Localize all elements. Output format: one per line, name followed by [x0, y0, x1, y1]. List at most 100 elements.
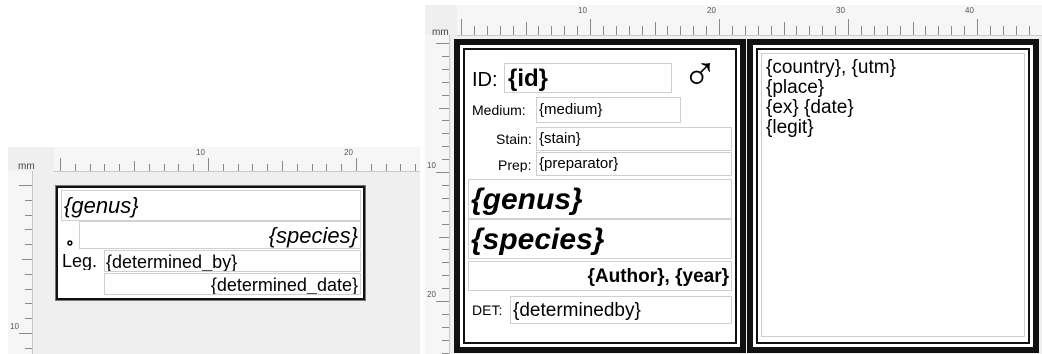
ruler-tick	[438, 236, 449, 238]
ruler-tick	[809, 26, 811, 35]
ruler-tick	[237, 163, 239, 171]
ruler-tick	[89, 163, 91, 171]
ruler-tick	[873, 26, 875, 35]
ruler-tick	[178, 163, 180, 171]
prep-label: Prep:	[498, 158, 532, 172]
genus-field[interactable]: {genus}	[61, 190, 361, 221]
prep-field[interactable]: {preparator}	[536, 152, 732, 176]
ruler-tick	[24, 273, 32, 275]
ruler-tick	[267, 163, 269, 171]
ruler-tick	[441, 326, 449, 328]
ruler-tick	[719, 18, 720, 35]
ruler-tick	[796, 26, 798, 35]
ruler-tick	[441, 55, 449, 57]
ruler-tick	[441, 313, 449, 315]
species-field[interactable]: {species}	[468, 219, 732, 259]
ruler-tick	[441, 223, 449, 225]
ruler-tick	[925, 26, 927, 35]
ruler-tick	[222, 163, 224, 171]
ruler-tick	[951, 26, 953, 35]
ruler-tick	[731, 26, 733, 35]
ruler-tick	[311, 163, 313, 171]
ruler-tick	[18, 185, 32, 186]
ruler-label: 10	[427, 161, 436, 170]
ruler-label: 20	[707, 6, 716, 15]
ruler-tick	[473, 26, 475, 35]
ruler-tick	[938, 26, 940, 35]
ruler-tick	[602, 26, 604, 35]
right-designer-canvas: mm 10 20 30 40 10 20 ID: {id} ♂ Medium: {med…	[425, 5, 1042, 354]
ruler-tick	[441, 133, 449, 135]
medium-field[interactable]: {medium}	[536, 97, 681, 123]
det-field[interactable]: {determinedby}	[510, 296, 732, 324]
ruler-tick	[590, 18, 591, 35]
ruler-tick	[628, 26, 630, 35]
ruler-tick	[356, 157, 357, 171]
det-label: DET:	[472, 303, 503, 317]
ruler-tick	[441, 120, 449, 122]
ruler-tick	[134, 160, 135, 171]
ruler-tick	[977, 18, 978, 35]
ruler-tick	[21, 259, 32, 260]
sex-symbol-icon[interactable]: ⚬	[64, 236, 78, 250]
ruler-tick	[435, 172, 449, 173]
back-label-card[interactable]: {country}, {utm} {place} {ex} {date} {le…	[748, 40, 1038, 352]
ruler-tick	[119, 163, 121, 171]
ruler-tick	[441, 249, 449, 251]
ruler-label: 40	[965, 6, 974, 15]
locality-text-box[interactable]: {country}, {utm} {place} {ex} {date} {le…	[761, 53, 1025, 337]
genus-field[interactable]: {genus}	[468, 179, 732, 219]
ruler-tick	[24, 318, 32, 320]
ruler-tick	[24, 303, 32, 305]
ruler-tick	[193, 163, 195, 171]
ruler-tick	[461, 18, 462, 35]
id-field[interactable]: {id}	[504, 63, 672, 93]
ruler-tick	[912, 22, 914, 35]
ruler-tick	[964, 26, 966, 35]
label-card[interactable]: {genus} {species} ⚬ Leg. {determined_by}…	[56, 186, 365, 300]
ruler-tick	[24, 244, 32, 246]
ruler-tick	[441, 68, 449, 70]
vertical-ruler[interactable]: 10	[8, 171, 33, 354]
determined-date-field[interactable]: {determined_date}	[104, 273, 361, 295]
stain-field[interactable]: {stain}	[536, 127, 732, 151]
ruler-tick	[148, 163, 150, 171]
front-label-card[interactable]: ID: {id} ♂ Medium: {medium} Stain: {stai…	[455, 40, 745, 352]
ruler-tick	[486, 26, 488, 35]
id-label: ID:	[472, 70, 498, 90]
ruler-tick	[415, 163, 417, 171]
ruler-tick	[400, 163, 402, 171]
medium-label: Medium:	[472, 103, 526, 117]
determined-by-field[interactable]: {determined_by}	[104, 250, 361, 272]
ruler-label: 10	[578, 6, 587, 15]
ruler-tick	[441, 262, 449, 264]
ruler-tick	[441, 94, 449, 96]
ruler-tick	[441, 159, 449, 161]
male-symbol-icon[interactable]: ♂	[682, 49, 738, 101]
ruler-tick	[441, 146, 449, 148]
ruler-tick	[989, 26, 991, 35]
ruler-tick	[615, 26, 617, 35]
ruler-tick	[564, 26, 566, 35]
ruler-tick	[525, 22, 527, 35]
ruler-tick	[385, 163, 387, 171]
ruler-tick	[74, 163, 76, 171]
ruler-tick	[441, 339, 449, 341]
species-field[interactable]: {species}	[79, 221, 361, 249]
ruler-tick	[252, 163, 254, 171]
ruler-tick	[326, 163, 328, 171]
horizontal-ruler[interactable]: 10 20	[54, 147, 420, 172]
ruler-tick	[341, 163, 343, 171]
ruler-tick	[441, 81, 449, 83]
author-year-field[interactable]: {Author}, {year}	[468, 261, 732, 291]
ruler-tick	[24, 288, 32, 290]
ruler-tick	[899, 26, 901, 35]
ruler-tick	[435, 43, 449, 44]
ruler-tick	[1015, 26, 1017, 35]
ruler-tick	[848, 18, 849, 35]
legit-line: {legit}	[766, 118, 814, 137]
ruler-tick	[693, 26, 695, 35]
vertical-ruler[interactable]: 10 20	[425, 35, 450, 354]
ruler-label: 10	[10, 322, 19, 331]
horizontal-ruler[interactable]: 10 20 30 40	[457, 5, 1042, 36]
